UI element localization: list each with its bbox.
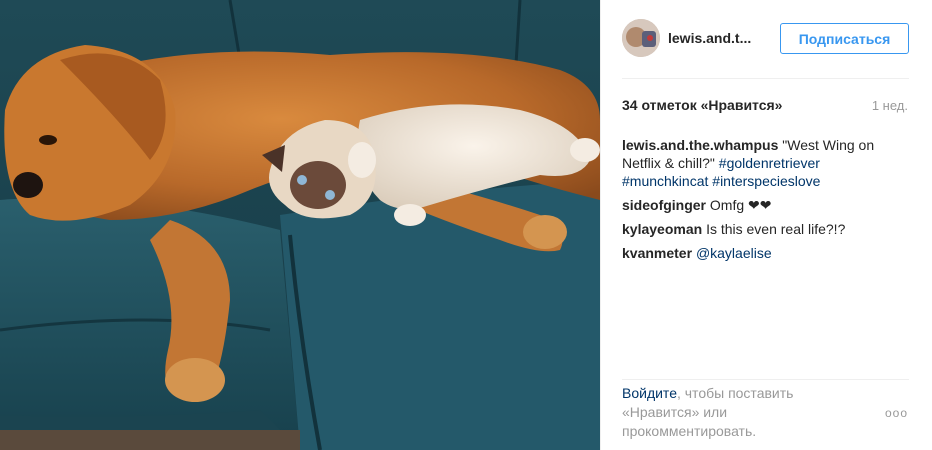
comment: kvanmeter @kaylaelise: [622, 244, 892, 262]
post-header: lewis.and.t... Подписаться: [601, 0, 932, 78]
comment-author[interactable]: sideofginger: [622, 197, 706, 213]
hashtag-link[interactable]: @kaylaelise: [696, 245, 772, 261]
hashtag-link[interactable]: #goldenretriever: [719, 155, 820, 171]
comments-list: lewis.and.the.whampus "West Wing on Netf…: [622, 136, 892, 268]
post-author-username[interactable]: lewis.and.t...: [668, 30, 751, 46]
comment-text: Omfg: [709, 197, 749, 213]
comment-text: Is this even real life?!?: [706, 221, 846, 237]
hashtag-link[interactable]: #munchkincat: [622, 173, 708, 189]
post-time[interactable]: 1 нед.: [872, 98, 908, 113]
heart-emoji-icon: ❤❤: [748, 197, 772, 213]
header-divider: [622, 78, 909, 79]
comment: lewis.and.the.whampus "West Wing on Netf…: [622, 136, 892, 190]
comment: kylayeoman Is this even real life?!?: [622, 220, 892, 238]
login-link[interactable]: Войдите: [622, 385, 677, 401]
likes-count[interactable]: 34 отметок «Нравится»: [622, 97, 782, 113]
comment-author[interactable]: kvanmeter: [622, 245, 692, 261]
login-prompt: Войдите, чтобы поставить «Нравится» или …: [622, 384, 842, 441]
avatar-image: [622, 19, 660, 57]
follow-button[interactable]: Подписаться: [780, 23, 909, 54]
ellipsis-icon[interactable]: ooo: [885, 406, 908, 420]
avatar[interactable]: [622, 19, 660, 57]
comment-author[interactable]: lewis.and.the.whampus: [622, 137, 778, 153]
dog-and-cat-photo: [0, 0, 600, 450]
post-photo[interactable]: [0, 0, 600, 450]
post-sidebar: lewis.and.t... Подписаться 34 отметок «Н…: [600, 0, 932, 450]
comment: sideofginger Omfg ❤❤: [622, 196, 892, 214]
footer-divider: [622, 379, 909, 380]
comment-author[interactable]: kylayeoman: [622, 221, 702, 237]
hashtag-link[interactable]: #interspecieslove: [712, 173, 820, 189]
